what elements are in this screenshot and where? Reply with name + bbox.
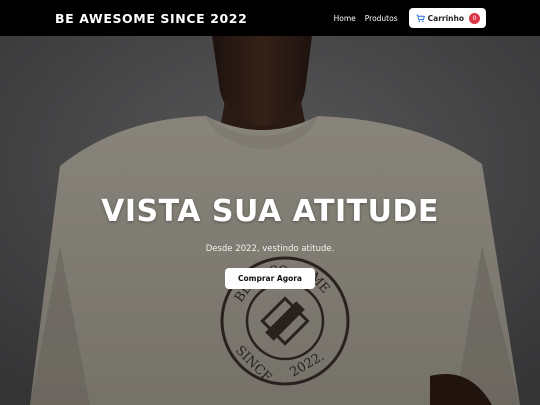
- brand-logo[interactable]: BE AWESOME SINCE 2022: [55, 11, 247, 26]
- hero-title: VISTA SUA ATITUDE: [101, 194, 439, 229]
- nav-links: Home Produtos Carrinho 0: [334, 8, 486, 28]
- hero-subtitle: Desde 2022, vestindo atitude.: [205, 244, 335, 254]
- cart-count-badge: 0: [469, 12, 480, 24]
- buy-now-button[interactable]: Comprar Agora: [225, 268, 315, 289]
- nav-link-produtos[interactable]: Produtos: [365, 14, 398, 23]
- cart-button[interactable]: Carrinho 0: [408, 8, 486, 28]
- navbar: BE AWESOME SINCE 2022 Home Produtos Carr…: [0, 0, 540, 36]
- nav-link-home[interactable]: Home: [334, 14, 356, 23]
- cart-label: Carrinho: [427, 13, 464, 23]
- hero-banner: BE ME SINCE 2022. SO VISTA SUA ATITUDE D…: [0, 36, 540, 405]
- cart-icon: [416, 14, 425, 22]
- hero-content: VISTA SUA ATITUDE Desde 2022, vestindo a…: [0, 194, 540, 289]
